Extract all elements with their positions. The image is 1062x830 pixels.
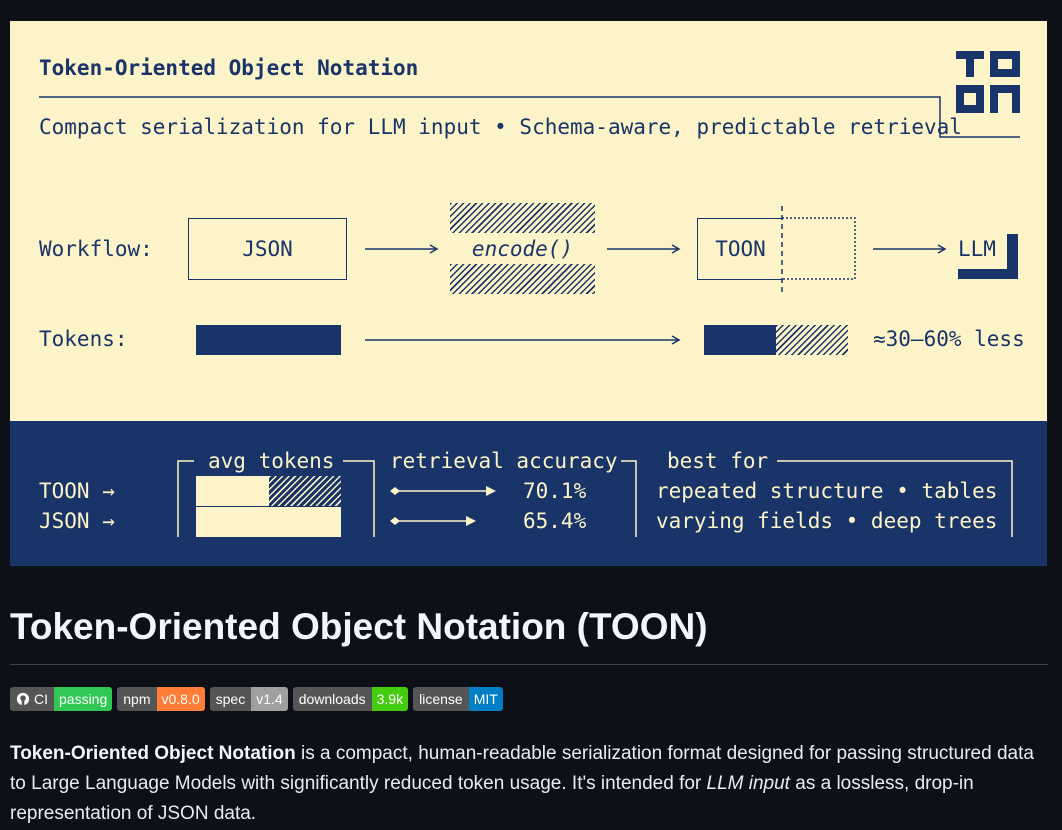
badge-downloads[interactable]: downloads 3.9k bbox=[292, 687, 409, 711]
best-for-label: best for bbox=[667, 449, 769, 473]
badge-npm-value: v0.8.0 bbox=[156, 687, 205, 711]
toon-box: TOON bbox=[697, 218, 783, 280]
tokens-reduction: ≈30–60% less bbox=[873, 327, 1025, 351]
avg-tokens-toon-bar bbox=[196, 476, 269, 506]
badge-spec-label: spec bbox=[209, 687, 252, 711]
avg-tokens-label: avg tokens bbox=[208, 449, 335, 473]
accuracy-json: 65.4% bbox=[523, 509, 587, 533]
badge-ci-value: passing bbox=[54, 687, 113, 711]
toon-box-label: TOON bbox=[715, 237, 766, 261]
intro-paragraph: Token-Oriented Object Notation is a comp… bbox=[10, 739, 1050, 829]
hero-banner: Token-Oriented Object Notation Compact s… bbox=[10, 21, 1047, 566]
avg-tokens-json-bar bbox=[196, 507, 341, 537]
title-divider bbox=[10, 664, 1048, 665]
avg-tokens-toon-hatch bbox=[269, 476, 341, 506]
encode-hatch-top bbox=[450, 203, 595, 233]
badge-downloads-value: 3.9k bbox=[371, 687, 409, 711]
accuracy-toon: 70.1% bbox=[523, 479, 587, 503]
badge-spec-value: v1.4 bbox=[251, 687, 288, 711]
encode-step: encode() bbox=[471, 237, 574, 261]
badge-ci-label: CI bbox=[34, 691, 48, 707]
badge-ci[interactable]: CI passing bbox=[10, 687, 113, 711]
best-for-json: varying fields • deep trees bbox=[656, 509, 998, 533]
intro-emphasis: LLM input bbox=[706, 773, 790, 794]
best-for-toon: repeated structure • tables bbox=[656, 479, 998, 503]
tokens-input-bar bbox=[196, 325, 341, 355]
badge-row: CI passing npm v0.8.0 spec v1.4 download… bbox=[10, 687, 503, 711]
badge-license-value: MIT bbox=[468, 687, 503, 711]
intro-strong: Token-Oriented Object Notation bbox=[10, 743, 296, 764]
llm-bracket-icon bbox=[958, 234, 1018, 279]
badge-ci-label-box: CI bbox=[10, 687, 54, 711]
encode-hatch-bottom bbox=[450, 264, 595, 294]
badge-npm[interactable]: npm v0.8.0 bbox=[117, 687, 205, 711]
github-icon bbox=[16, 692, 30, 706]
tokens-output-bar bbox=[704, 325, 776, 355]
tokens-saved-hatch bbox=[776, 325, 848, 355]
badge-downloads-label: downloads bbox=[292, 687, 372, 711]
badge-npm-label: npm bbox=[117, 687, 157, 711]
tokens-label: Tokens: bbox=[39, 327, 128, 351]
badge-license-label: license bbox=[413, 687, 469, 711]
page-title: Token-Oriented Object Notation (TOON) bbox=[10, 606, 708, 647]
retrieval-accuracy-label: retrieval accuracy bbox=[390, 449, 618, 473]
badge-license[interactable]: license MIT bbox=[413, 687, 503, 711]
badge-spec[interactable]: spec v1.4 bbox=[209, 687, 288, 711]
